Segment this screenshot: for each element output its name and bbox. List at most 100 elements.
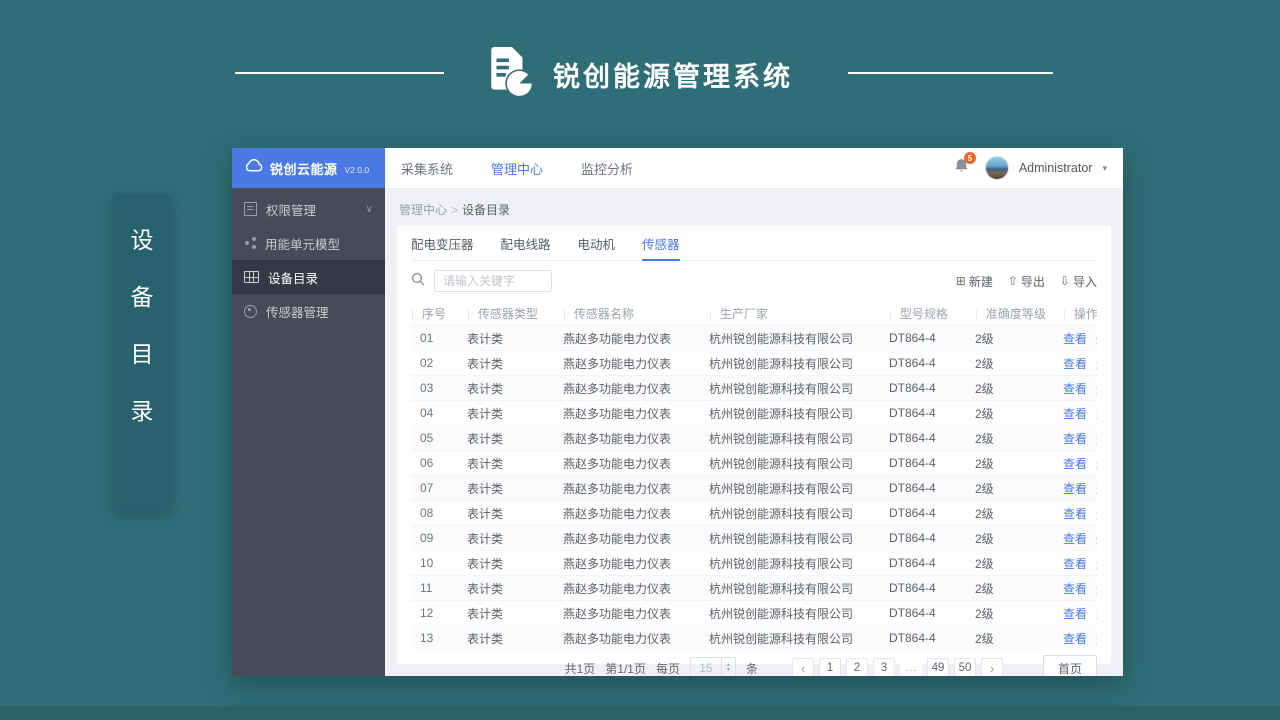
delete-link[interactable]: 删除 xyxy=(1096,530,1097,547)
delete-link[interactable]: 删除 xyxy=(1096,455,1097,472)
pager-prev-icon[interactable]: ‹ xyxy=(792,658,814,676)
view-link[interactable]: 查看 xyxy=(1063,355,1087,372)
cell-model: DT864-4 xyxy=(889,631,936,645)
delete-link[interactable]: 删除 xyxy=(1096,355,1097,372)
sidebar-item[interactable]: 传感器管理 xyxy=(232,294,385,328)
device-tab[interactable]: 传感器 xyxy=(642,226,680,261)
cell-model: DT864-4 xyxy=(889,406,936,420)
delete-link[interactable]: 删除 xyxy=(1096,430,1097,447)
view-link[interactable]: 查看 xyxy=(1063,555,1087,572)
sidebar-item-icon xyxy=(244,271,259,283)
cell-accuracy-grade: 2级 xyxy=(975,581,994,596)
device-tab[interactable]: 配电变压器 xyxy=(411,226,474,260)
search-icon xyxy=(411,272,425,291)
page-header: 锐创能源管理系统 xyxy=(0,46,1280,103)
sidebar-item[interactable]: 权限管理 ∨ xyxy=(232,192,385,226)
cell-sensor-type: 表计类 xyxy=(467,581,504,596)
cell-manufacturer: 杭州锐创能源科技有限公司 xyxy=(709,406,854,421)
table-header-cell: 序号 xyxy=(411,305,467,322)
cell-sensor-type: 表计类 xyxy=(467,456,504,471)
content-area: 管理中心 > 设备目录 配电变压器 配电线路 电动机 传感器 请输入关键字 ⊞ … xyxy=(385,189,1123,676)
view-link[interactable]: 查看 xyxy=(1063,480,1087,497)
cell-manufacturer: 杭州锐创能源科技有限公司 xyxy=(709,531,854,546)
per-page-stepper-icon[interactable]: ▲ ▼ xyxy=(720,658,735,676)
row-actions: 查看 删除 xyxy=(1063,605,1097,622)
view-link[interactable]: 查看 xyxy=(1063,530,1087,547)
toolbar-button[interactable]: ⇧ 导出 xyxy=(1008,273,1045,290)
breadcrumb-separator: > xyxy=(451,203,459,217)
table-row: 01 表计类 燕赵多功能电力仪表 杭州锐创能源科技有限公司 DT864-4 2级… xyxy=(411,325,1097,350)
cell-sensor-type: 表计类 xyxy=(467,331,504,346)
pager-page-button[interactable]: 50 xyxy=(954,658,976,676)
cell-sensor-name: 燕赵多功能电力仪表 xyxy=(563,381,672,396)
content-panel: 配电变压器 配电线路 电动机 传感器 请输入关键字 ⊞ 新建 ⇧ 导出 ⇩ 导入… xyxy=(397,226,1111,676)
cell-accuracy-grade: 2级 xyxy=(975,456,994,471)
sidebar-item-icon xyxy=(244,202,257,216)
view-link[interactable]: 查看 xyxy=(1063,580,1087,597)
row-actions: 查看 删除 xyxy=(1063,330,1097,347)
delete-link[interactable]: 删除 xyxy=(1096,480,1097,497)
side-tab-char: 目 xyxy=(130,341,154,367)
view-link[interactable]: 查看 xyxy=(1063,630,1087,647)
user-chevron-down-icon[interactable]: ▾ xyxy=(1102,163,1107,174)
sidebar-item[interactable]: 设备目录 xyxy=(232,260,385,294)
side-tab-card: 设备目录 xyxy=(112,193,172,511)
view-link[interactable]: 查看 xyxy=(1063,455,1087,472)
delete-link[interactable]: 删除 xyxy=(1096,380,1097,397)
cell-manufacturer: 杭州锐创能源科技有限公司 xyxy=(709,356,854,371)
notification-bell-icon[interactable]: 5 xyxy=(954,152,976,179)
device-tab[interactable]: 配电线路 xyxy=(501,226,551,260)
table-row: 11 表计类 燕赵多功能电力仪表 杭州锐创能源科技有限公司 DT864-4 2级… xyxy=(411,575,1097,600)
row-actions: 查看 删除 xyxy=(1063,530,1097,547)
cell-model: DT864-4 xyxy=(889,456,936,470)
topnav-item[interactable]: 管理中心 xyxy=(491,159,543,178)
pager-page-button[interactable]: 49 xyxy=(927,658,949,676)
toolbar-button[interactable]: ⊞ 新建 xyxy=(956,273,993,290)
pager-page-button[interactable]: … xyxy=(900,658,922,676)
toolbar-button-icon: ⇧ xyxy=(1007,274,1018,288)
delete-link[interactable]: 删除 xyxy=(1096,630,1097,647)
view-link[interactable]: 查看 xyxy=(1063,330,1087,347)
per-page-select[interactable]: 15 ▲ ▼ xyxy=(689,657,736,676)
search-input[interactable] xyxy=(434,270,552,292)
row-actions: 查看 删除 xyxy=(1063,630,1097,647)
report-pie-logo-icon xyxy=(487,46,535,103)
pager-next-icon[interactable]: › xyxy=(981,658,1003,676)
topnav-item[interactable]: 采集系统 xyxy=(401,159,453,178)
cell-model: DT864-4 xyxy=(889,556,936,570)
delete-link[interactable]: 删除 xyxy=(1096,330,1097,347)
row-actions: 查看 删除 xyxy=(1063,555,1097,572)
delete-link[interactable]: 删除 xyxy=(1096,505,1097,522)
toolbar-button[interactable]: ⇩ 导入 xyxy=(1060,273,1097,290)
home-page-button[interactable]: 首页 xyxy=(1043,655,1097,676)
view-link[interactable]: 查看 xyxy=(1063,505,1087,522)
pager-page-button[interactable]: 2 xyxy=(846,658,868,676)
device-tab[interactable]: 电动机 xyxy=(578,226,616,260)
delete-link[interactable]: 删除 xyxy=(1096,405,1097,422)
current-page-label: 第1/1页 xyxy=(605,661,646,676)
view-link[interactable]: 查看 xyxy=(1063,405,1087,422)
cell-sensor-name: 燕赵多功能电力仪表 xyxy=(563,406,672,421)
pager-page-button[interactable]: 3 xyxy=(873,658,895,676)
username[interactable]: Administrator xyxy=(1019,161,1093,175)
cell-index: 03 xyxy=(420,381,434,395)
cell-accuracy-grade: 2级 xyxy=(975,506,994,521)
topnav-item[interactable]: 监控分析 xyxy=(581,159,633,178)
view-link[interactable]: 查看 xyxy=(1063,430,1087,447)
view-link[interactable]: 查看 xyxy=(1063,605,1087,622)
row-actions: 查看 删除 xyxy=(1063,380,1097,397)
cell-index: 11 xyxy=(420,581,433,595)
avatar[interactable] xyxy=(984,156,1009,180)
delete-link[interactable]: 删除 xyxy=(1096,555,1097,572)
cell-sensor-name: 燕赵多功能电力仪表 xyxy=(563,356,672,371)
sidebar-item[interactable]: 用能单元模型 xyxy=(232,226,385,260)
view-link[interactable]: 查看 xyxy=(1063,380,1087,397)
breadcrumb-parent[interactable]: 管理中心 xyxy=(399,203,447,217)
cell-sensor-name: 燕赵多功能电力仪表 xyxy=(563,606,672,621)
delete-link[interactable]: 删除 xyxy=(1096,580,1097,597)
delete-link[interactable]: 删除 xyxy=(1096,605,1097,622)
cell-sensor-name: 燕赵多功能电力仪表 xyxy=(563,556,672,571)
cell-index: 05 xyxy=(420,431,434,445)
pager-page-button[interactable]: 1 xyxy=(819,658,841,676)
page-title: 锐创能源管理系统 xyxy=(553,62,793,92)
